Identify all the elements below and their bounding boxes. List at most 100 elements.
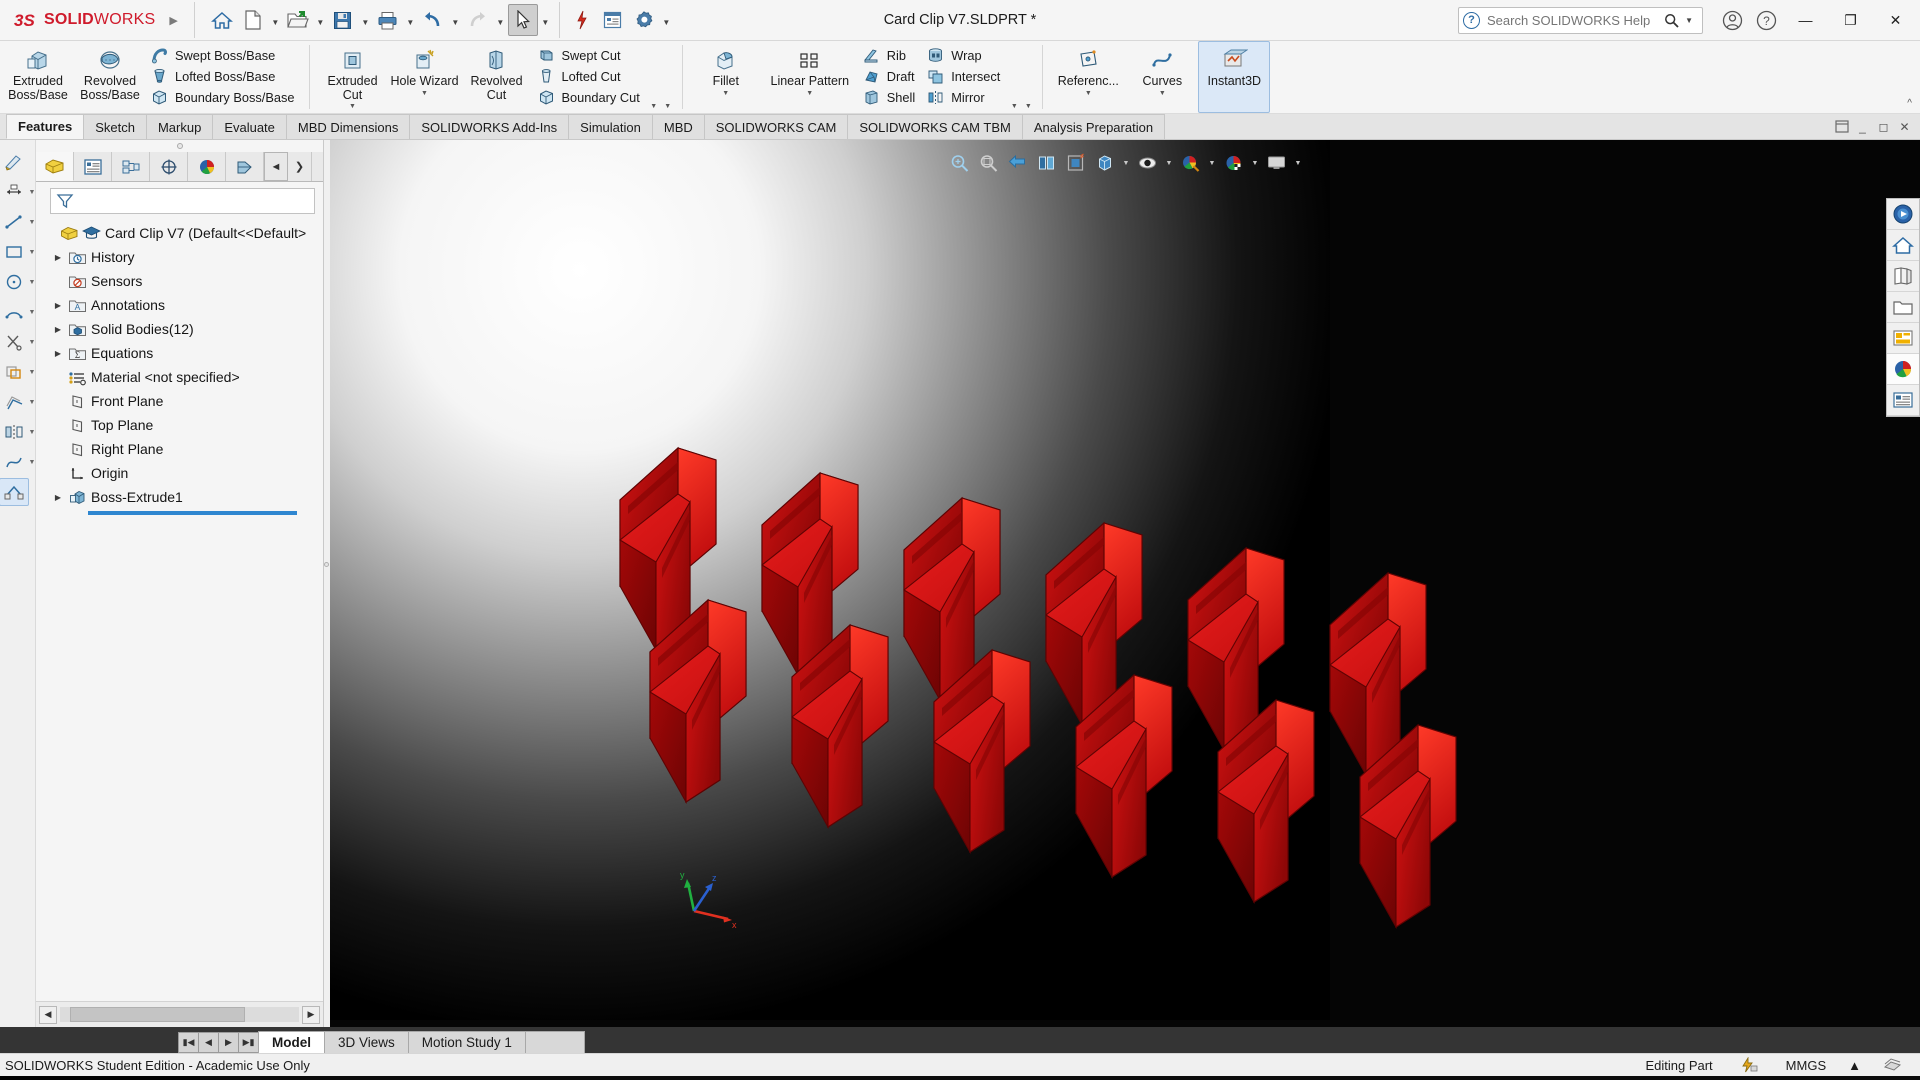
close-button[interactable]: ✕ (1873, 0, 1918, 41)
reference-geometry-button[interactable]: Referenc... ▼ (1050, 41, 1126, 113)
rail-offset-icon[interactable] (0, 388, 29, 416)
panel-tabs-previous-button[interactable]: ◄ (264, 152, 288, 181)
next-tab-button[interactable]: ▶ (218, 1032, 239, 1053)
feature-tree-filter[interactable] (50, 188, 315, 214)
file-explorer-icon[interactable] (1887, 261, 1919, 292)
units-dropdown-icon[interactable]: ▲ (1840, 1058, 1869, 1073)
undo-dropdown-icon[interactable]: ▼ (449, 4, 462, 36)
last-tab-button[interactable]: ▶▮ (238, 1032, 259, 1053)
ribbon-collapse-icon[interactable]: ^ (1903, 96, 1916, 111)
tab-analysis-preparation[interactable]: Analysis Preparation (1021, 114, 1166, 139)
scroll-left-button[interactable]: ◀ (39, 1005, 57, 1024)
menu-expand-arrow-icon[interactable]: ▶ (169, 14, 177, 27)
rail-convert-entities-icon[interactable] (0, 358, 29, 386)
tree-equations[interactable]: ▶ Σ Equations (36, 341, 323, 365)
curves-dropdown-icon[interactable]: ▼ (1159, 90, 1166, 97)
panel-tabs-next-button[interactable]: ❯ (288, 152, 312, 181)
reference-geometry-dropdown-icon[interactable]: ▼ (1085, 90, 1092, 97)
help-icon[interactable]: ? (1749, 3, 1783, 37)
open-dropdown-icon[interactable]: ▼ (314, 4, 327, 36)
appearances-scenes-decals-icon[interactable] (1887, 323, 1919, 354)
rail-arc-icon[interactable] (0, 298, 29, 326)
graphics-area[interactable]: ▼ ▼ ▼ ▼ ▼ x y z (330, 140, 1920, 1027)
boss-extrude-expand-arrow-icon[interactable]: ▶ (50, 493, 66, 502)
previous-tab-button[interactable]: ◀ (198, 1032, 219, 1053)
search-input[interactable] (1480, 12, 1663, 28)
units-label[interactable]: MMGS (1772, 1058, 1840, 1073)
solidworks-logo[interactable]: 3S SOLID WORKS ▶ (0, 0, 188, 40)
annotations-expand-arrow-icon[interactable]: ▶ (50, 301, 66, 310)
design-library-home-icon[interactable] (1887, 230, 1919, 261)
fillet-button[interactable]: Fillet ▼ (690, 41, 762, 113)
select-dropdown-icon[interactable]: ▼ (539, 4, 552, 36)
equations-expand-arrow-icon[interactable]: ▶ (50, 349, 66, 358)
lofted-cut-button[interactable]: Lofted Cut (533, 66, 647, 87)
draft-button[interactable]: Draft (858, 66, 922, 87)
swept-cut-button[interactable]: Swept Cut (533, 45, 647, 66)
mirror-button[interactable]: Mirror (922, 87, 1007, 108)
select-cursor-icon[interactable] (507, 4, 538, 36)
tree-annotations[interactable]: ▶ A Annotations (36, 293, 323, 317)
feature-tree-horizontal-scrollbar[interactable]: ◀ ▶ (36, 1001, 323, 1027)
tree-material[interactable]: Material <not specified> (36, 365, 323, 389)
save-icon[interactable] (328, 4, 358, 36)
custom-properties-icon[interactable] (1887, 354, 1919, 385)
rail-circle-icon[interactable] (0, 268, 29, 296)
tab-solidworks-cam[interactable]: SOLIDWORKS CAM (703, 114, 849, 139)
shell-button[interactable]: Shell (858, 87, 922, 108)
feature-manager-design-tree-tab[interactable] (36, 152, 74, 181)
minimize-button[interactable]: — (1783, 0, 1828, 41)
tree-history[interactable]: ▶ History (36, 245, 323, 269)
rebuild-warning-icon[interactable] (1727, 1057, 1772, 1073)
new-document-dropdown-icon[interactable]: ▼ (269, 4, 282, 36)
bottom-tab-3d-views[interactable]: 3D Views (324, 1031, 409, 1053)
instant3d-button[interactable]: Instant3D (1198, 41, 1271, 113)
cam-feature-tree-tab[interactable] (226, 152, 264, 181)
wrap-button[interactable]: Wrap (922, 45, 1007, 66)
rail-spline-icon[interactable] (0, 448, 29, 476)
search-box[interactable]: ? ▼ (1458, 6, 1703, 34)
tab-features[interactable]: Features (6, 114, 85, 139)
rebuild-icon[interactable] (567, 4, 597, 36)
undo-icon[interactable] (418, 4, 448, 36)
tab-sketch[interactable]: Sketch (83, 114, 147, 139)
user-account-icon[interactable] (1715, 3, 1749, 37)
features-overflow-dropdown-icon[interactable]: ▼ (1011, 103, 1018, 110)
scroll-right-button[interactable]: ▶ (302, 1005, 320, 1024)
lofted-boss-base-button[interactable]: Lofted Boss/Base (146, 66, 302, 87)
boundary-cut-button[interactable]: Boundary Cut (533, 87, 647, 108)
boundary-boss-base-button[interactable]: Boundary Boss/Base (146, 87, 302, 108)
tree-right-plane[interactable]: Right Plane (36, 437, 323, 461)
rail-sketch-icon[interactable] (0, 148, 29, 176)
search-icon[interactable] (1663, 13, 1680, 28)
rib-button[interactable]: Rib (858, 45, 922, 66)
search-dropdown-icon[interactable]: ▼ (1680, 16, 1698, 25)
extruded-boss-base-button[interactable]: Extruded Boss/Base (2, 41, 74, 113)
tree-top-plane[interactable]: Top Plane (36, 413, 323, 437)
new-document-icon[interactable] (238, 4, 268, 36)
redo-dropdown-icon[interactable]: ▼ (494, 4, 507, 36)
tab-mbd-dimensions[interactable]: MBD Dimensions (285, 114, 411, 139)
card-clip-3d-model[interactable] (330, 140, 1890, 1027)
rail-display-delete-relations-icon[interactable] (0, 478, 29, 506)
solidworks-resources-icon[interactable] (1887, 199, 1919, 230)
maximize-button[interactable]: ❐ (1828, 0, 1873, 41)
fillet-dropdown-icon[interactable]: ▼ (722, 90, 729, 97)
hole-wizard-button[interactable]: Hole Wizard ▼ (389, 41, 461, 113)
bottom-tab-motion-study-1[interactable]: Motion Study 1 (407, 1031, 526, 1053)
rail-mirror-entities-icon[interactable] (0, 418, 29, 446)
hole-wizard-dropdown-icon[interactable]: ▼ (421, 90, 428, 97)
extruded-cut-dropdown-icon[interactable]: ▼ (349, 103, 356, 110)
cut-overflow-dropdown-icon[interactable]: ▼ (650, 103, 657, 110)
first-tab-button[interactable]: ▮◀ (178, 1032, 199, 1053)
intersect-button[interactable]: Intersect (922, 66, 1007, 87)
swept-boss-base-button[interactable]: Swept Boss/Base (146, 45, 302, 66)
linear-pattern-dropdown-icon[interactable]: ▼ (806, 90, 813, 97)
open-folder-icon[interactable] (283, 4, 313, 36)
dimxpert-manager-tab[interactable] (150, 152, 188, 181)
tree-front-plane[interactable]: Front Plane (36, 389, 323, 413)
configuration-manager-tab[interactable] (112, 152, 150, 181)
tab-solidworks-add-ins[interactable]: SOLIDWORKS Add-Ins (409, 114, 570, 139)
home-icon[interactable] (207, 4, 237, 36)
tab-solidworks-cam-tbm[interactable]: SOLIDWORKS CAM TBM (847, 114, 1023, 139)
